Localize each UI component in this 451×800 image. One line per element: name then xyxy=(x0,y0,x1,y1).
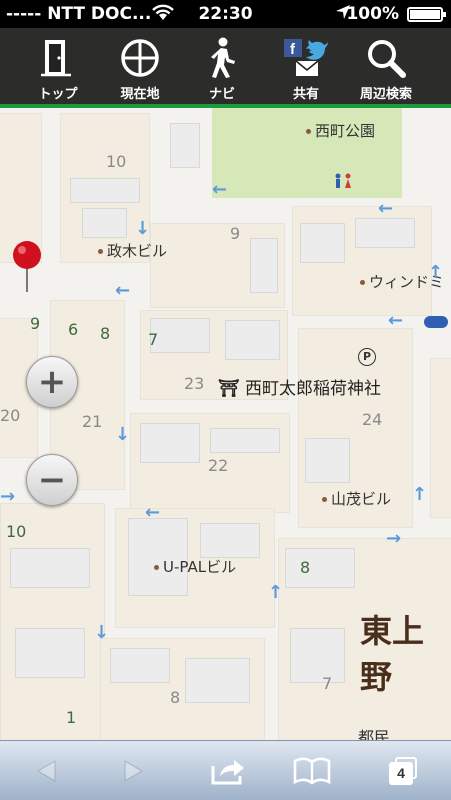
place-label-yamashige: 山茂ビル xyxy=(322,488,391,509)
current-location-pin-icon[interactable] xyxy=(10,240,44,292)
building xyxy=(15,628,85,678)
parking-icon: P xyxy=(358,348,376,366)
building xyxy=(200,523,260,558)
zoom-out-button[interactable]: − xyxy=(26,454,78,506)
block-number: 24 xyxy=(362,410,383,429)
block-number: 22 xyxy=(208,456,229,475)
building xyxy=(250,238,278,293)
one-way-arrow-icon: ↓ xyxy=(135,218,151,239)
block-number: 9 xyxy=(30,314,41,333)
one-way-arrow-icon: ← xyxy=(115,280,131,301)
block-number: 8 xyxy=(170,688,181,707)
block-number: 7 xyxy=(148,330,159,349)
building xyxy=(290,628,345,683)
block-number: 1 xyxy=(66,708,77,727)
nav-current-location-button[interactable]: 現在地 xyxy=(96,28,184,108)
browser-toolbar: 4 xyxy=(0,740,451,800)
nav-share-button[interactable]: f 共有 xyxy=(262,28,350,108)
back-arrow-icon xyxy=(37,760,56,782)
building xyxy=(150,318,210,353)
battery-percent: 100% xyxy=(346,4,399,24)
block-number: 8 xyxy=(100,324,111,343)
building xyxy=(210,428,280,453)
block-number: 7 xyxy=(322,674,333,693)
block-number: 6 xyxy=(68,320,79,339)
back-button[interactable] xyxy=(16,741,76,800)
one-way-arrow-icon: ← xyxy=(145,502,161,523)
search-icon xyxy=(342,36,430,80)
building xyxy=(285,548,355,588)
building xyxy=(185,658,250,703)
battery-icon xyxy=(407,7,446,22)
block-number: 21 xyxy=(82,412,103,431)
one-way-arrow-icon: ← xyxy=(388,310,404,331)
share-icon: f xyxy=(262,36,350,80)
status-bar: ----- NTT DOC... 22:30 100% xyxy=(0,0,451,28)
one-way-arrow-icon: → xyxy=(0,486,16,507)
bus-stop-icon xyxy=(424,316,448,328)
one-way-arrow-icon: ← xyxy=(378,198,394,219)
tabs-count: 4 xyxy=(389,762,413,785)
book-icon xyxy=(293,757,331,785)
one-way-arrow-icon: ↑ xyxy=(428,262,444,283)
one-way-arrow-icon: ↑ xyxy=(268,582,284,603)
walker-icon xyxy=(178,36,266,80)
nav-nearby-search-button[interactable]: 周辺検索 xyxy=(342,28,430,108)
block-number: 20 xyxy=(0,406,21,425)
forward-arrow-icon xyxy=(124,760,143,782)
building xyxy=(10,548,90,588)
bookmarks-button[interactable] xyxy=(282,741,342,800)
building xyxy=(82,208,127,238)
nav-nearby-search-label: 周辺検索 xyxy=(359,87,412,102)
place-label-upal: U-PALビル xyxy=(154,556,236,577)
building xyxy=(170,123,200,168)
building xyxy=(300,223,345,263)
tabs-icon: 4 xyxy=(389,757,419,785)
one-way-arrow-icon: ↓ xyxy=(115,424,131,445)
restroom-icon xyxy=(333,173,353,189)
one-way-arrow-icon: ← xyxy=(212,179,228,200)
block-number: 23 xyxy=(184,374,205,393)
share-action-icon xyxy=(211,760,244,785)
forward-button[interactable] xyxy=(104,741,164,800)
block-number: 8 xyxy=(300,558,311,577)
nav-top-label: トップ xyxy=(38,87,78,102)
shrine-icon: ⛩ xyxy=(218,379,240,399)
building xyxy=(70,178,140,203)
one-way-arrow-icon: ↑ xyxy=(412,484,428,505)
building xyxy=(305,438,350,483)
building xyxy=(140,423,200,463)
building xyxy=(225,320,280,360)
door-icon xyxy=(14,36,102,80)
crosshair-icon xyxy=(96,36,184,80)
place-label-bottom: 都民 xyxy=(358,728,391,740)
tabs-button[interactable]: 4 xyxy=(374,741,434,800)
building xyxy=(110,648,170,683)
share-action-button[interactable] xyxy=(198,741,258,800)
block-number: 9 xyxy=(230,224,241,243)
nav-share-label: 共有 xyxy=(292,87,319,102)
top-nav-bar: トップ 現在地 ナビ f 共有 周辺検索 xyxy=(0,28,451,108)
nav-top-button[interactable]: トップ xyxy=(14,28,102,108)
block-number: 10 xyxy=(106,152,127,171)
zoom-in-button[interactable]: + xyxy=(26,356,78,408)
area-label-higashiueno: 東上野 xyxy=(360,612,425,696)
one-way-arrow-icon: → xyxy=(386,528,402,549)
city-block xyxy=(430,358,451,518)
one-way-arrow-icon: ↓ xyxy=(94,622,110,643)
place-label-masaki: 政木ビル xyxy=(98,240,167,261)
nav-navi-button[interactable]: ナビ xyxy=(178,28,266,108)
building xyxy=(355,218,415,248)
nav-current-location-label: 現在地 xyxy=(120,87,160,102)
block-number: 10 xyxy=(6,522,27,541)
place-label-park: 西町公園 xyxy=(306,120,375,141)
nav-navi-label: ナビ xyxy=(208,87,235,102)
place-label-shrine: ⛩ 西町太郎稲荷神社 xyxy=(218,379,381,399)
